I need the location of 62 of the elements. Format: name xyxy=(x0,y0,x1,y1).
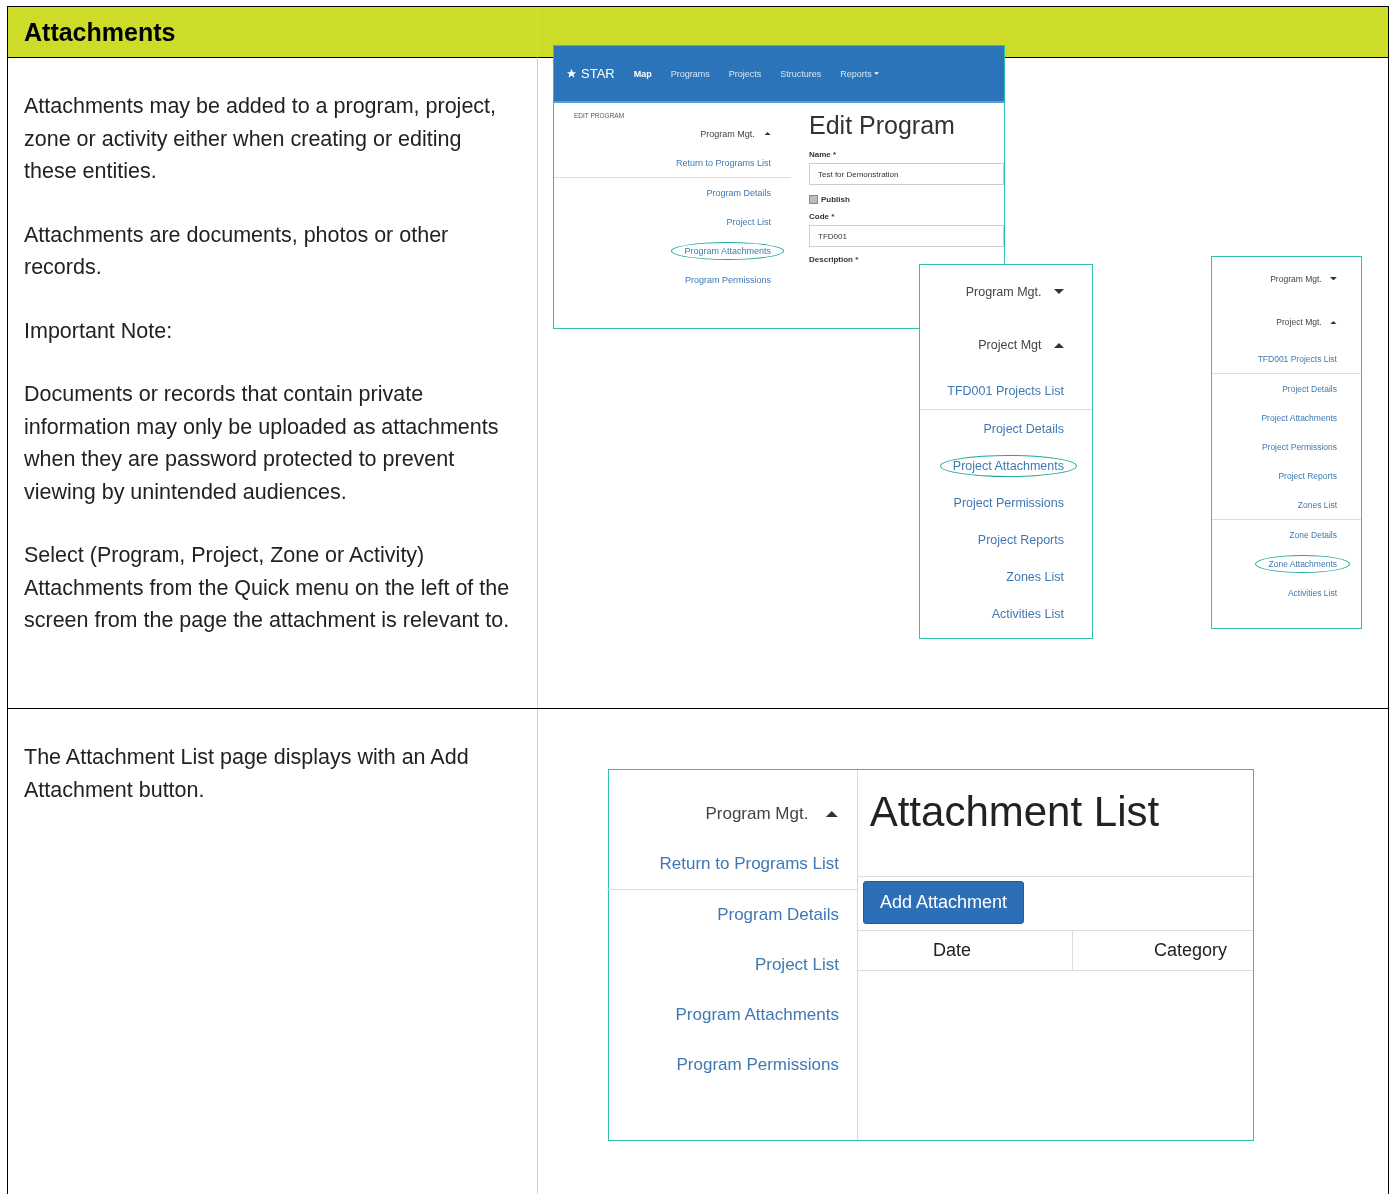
paragraph: Select (Program, Project, Zone or Activity) Attachments from the Quick menu on the left of the screen from the page the attachment is relevant to. xyxy=(24,542,511,634)
input-field[interactable]: Test for Demonstration xyxy=(809,163,1004,185)
sidebar-link[interactable]: Zones List xyxy=(993,565,1077,588)
caret-icon xyxy=(825,810,839,818)
menu-group[interactable]: Program Mgt. xyxy=(705,804,839,824)
section-title: Attachments xyxy=(24,17,176,47)
column-header: Category xyxy=(1152,939,1228,962)
menu-group[interactable]: Program Mgt. xyxy=(1270,273,1337,284)
menu-group[interactable]: Project Mgt xyxy=(978,338,1064,353)
sidebar-link[interactable]: Project List xyxy=(741,951,852,979)
sidebar-link[interactable]: Zone Details xyxy=(1276,525,1350,544)
checkbox[interactable] xyxy=(809,195,818,204)
sidebar-link[interactable]: TFD001 Projects List xyxy=(934,379,1077,402)
add-attachment-button[interactable]: Add Attachment xyxy=(863,881,1025,924)
sidebar-link[interactable]: Program Permissions xyxy=(671,270,784,289)
sidebar-link[interactable]: Program Attachments xyxy=(662,1001,852,1029)
brand-name[interactable]: STAR xyxy=(581,66,615,81)
sidebar-link[interactable]: Program Details xyxy=(704,901,852,929)
field-label: Name * xyxy=(809,150,838,159)
caret-icon xyxy=(1054,289,1064,295)
paragraph: The Attachment List page displays with an Add Attachment button. xyxy=(24,744,470,804)
page-title: Edit Program xyxy=(809,111,956,140)
page-title: Attachment List xyxy=(858,788,1253,877)
checkbox-label: Publish xyxy=(821,195,850,204)
menu-group[interactable]: Program Mgt. xyxy=(965,284,1064,299)
field-label: Code * xyxy=(809,212,836,221)
sidebar-link[interactable]: Return to Programs List xyxy=(662,153,784,172)
caret-icon xyxy=(873,72,879,75)
star-icon xyxy=(566,68,577,79)
menu-group[interactable]: Project Mgt. xyxy=(1276,317,1337,328)
sidebar-link[interactable]: Activities List xyxy=(1274,583,1350,602)
sidebar-link[interactable]: Project List xyxy=(713,212,784,231)
sidebar-link[interactable]: Project Details xyxy=(970,417,1077,440)
column-header: Date xyxy=(858,931,1073,970)
paragraph: Important Note: xyxy=(24,317,174,345)
nav-link[interactable]: Projects xyxy=(728,68,762,79)
nav-link[interactable]: Map xyxy=(633,68,652,79)
paragraph: Attachments may be added to a program, project, zone or activity either when creating or editing these entities. xyxy=(24,93,498,185)
sidebar-link[interactable]: Return to Programs List xyxy=(646,850,852,878)
caret-icon xyxy=(763,131,771,136)
sidebar-link[interactable]: Zones List xyxy=(1284,495,1350,514)
nav-link[interactable]: Reports xyxy=(840,68,879,79)
sidebar-link[interactable]: Project Permissions xyxy=(1248,437,1350,456)
caret-icon xyxy=(1330,277,1337,281)
sidebar-link[interactable]: Project Details xyxy=(1269,379,1350,398)
menu-group[interactable]: Program Mgt. xyxy=(700,128,771,139)
field-label: Description * xyxy=(809,255,860,264)
sidebar-link[interactable]: Program Details xyxy=(693,183,784,202)
sidebar-link[interactable]: Program Permissions xyxy=(663,1051,852,1079)
caret-icon xyxy=(1330,320,1337,324)
sidebar-link[interactable]: TFD001 Projects List xyxy=(1244,349,1350,368)
sidebar-link[interactable]: Project Reports xyxy=(1265,466,1350,485)
sidebar-link[interactable]: Project Permissions xyxy=(940,491,1077,514)
nav-link[interactable]: Structures xyxy=(780,68,822,79)
paragraph: Documents or records that contain private information may only be uploaded as attachments when they are password protected to prevent viewing by unintended audiences. xyxy=(24,381,500,506)
sidebar-link[interactable]: Project Attachments xyxy=(1248,408,1350,427)
input-field[interactable]: TFD001 xyxy=(809,225,1004,247)
paragraph: Attachments are documents, photos or other records. xyxy=(24,221,450,281)
sidebar-link[interactable]: Activities List xyxy=(978,602,1077,625)
sidebar-link[interactable]: Project Reports xyxy=(964,528,1077,551)
caret-icon xyxy=(1054,342,1064,348)
nav-link[interactable]: Programs xyxy=(670,68,710,79)
